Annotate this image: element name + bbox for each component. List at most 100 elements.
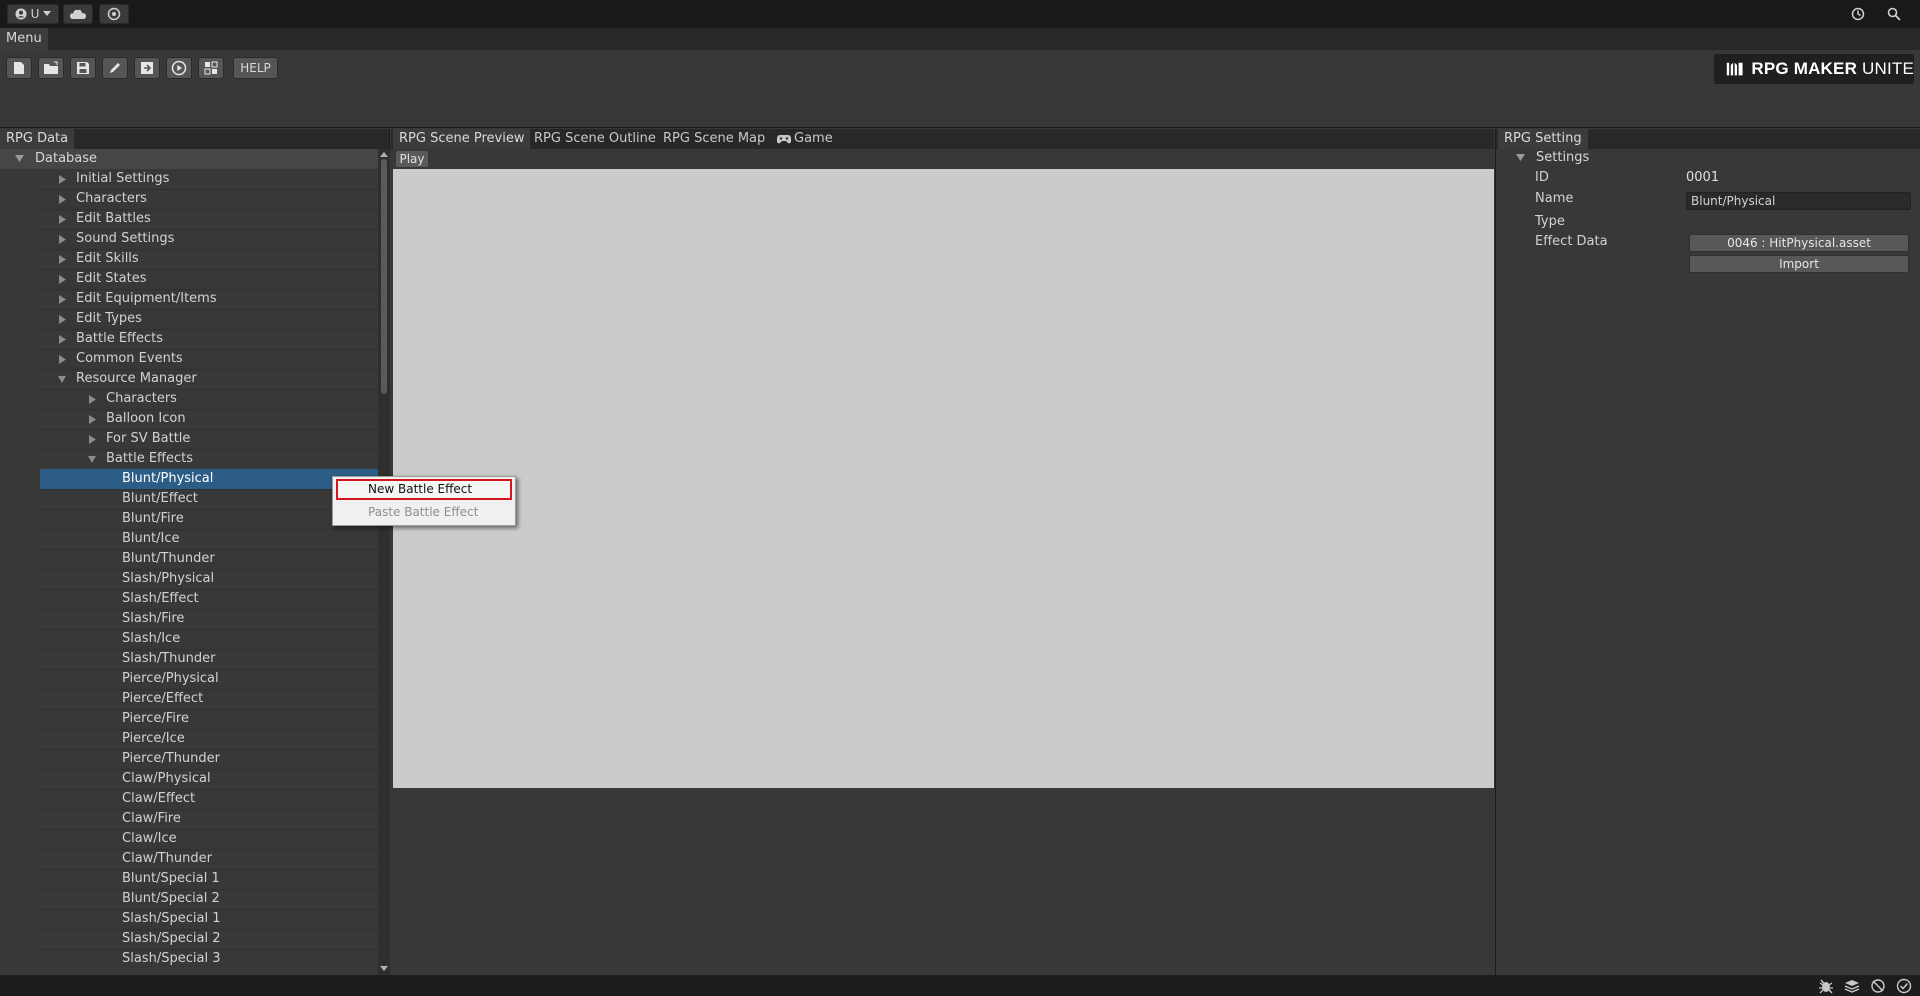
tab-rpg-setting[interactable]: RPG Setting: [1498, 129, 1588, 149]
tree-leaf-item[interactable]: Slash/Special 2: [40, 929, 378, 950]
tree-item-label: Pierce/Effect: [122, 691, 204, 706]
tree-folder-item[interactable]: Edit States: [40, 269, 378, 290]
tree-folder-item[interactable]: Resource Manager: [40, 369, 378, 390]
tree-leaf-item[interactable]: Blunt/Thunder: [40, 549, 378, 570]
tree-scrollbar[interactable]: [378, 149, 390, 975]
tree-folder-item[interactable]: Edit Skills: [40, 249, 378, 270]
tree-folder-item[interactable]: Characters: [40, 389, 378, 410]
tree-item-label: Slash/Fire: [122, 611, 185, 626]
search-button[interactable]: [1880, 4, 1908, 24]
collapsed-arrow-icon[interactable]: [88, 435, 96, 444]
tree-item-label: Claw/Thunder: [122, 851, 212, 866]
tree-leaf-item[interactable]: Slash/Ice: [40, 629, 378, 650]
tree-leaf-item[interactable]: Pierce/Thunder: [40, 749, 378, 770]
tree-leaf-item[interactable]: Blunt/Special 1: [40, 869, 378, 890]
tree-leaf-item[interactable]: Blunt/Effect: [40, 489, 378, 510]
history-button[interactable]: [1844, 4, 1872, 24]
tree-leaf-item[interactable]: Blunt/Physical: [40, 469, 378, 490]
collapsed-arrow-icon[interactable]: [88, 395, 96, 404]
collapsed-arrow-icon[interactable]: [58, 195, 66, 204]
collapsed-arrow-icon[interactable]: [58, 355, 66, 364]
scroll-up-icon[interactable]: [380, 151, 388, 159]
collapsed-arrow-icon[interactable]: [88, 415, 96, 424]
collapsed-arrow-icon[interactable]: [58, 315, 66, 324]
tree-leaf-item[interactable]: Claw/Effect: [40, 789, 378, 810]
debug-icon[interactable]: [1818, 978, 1834, 994]
network-icon[interactable]: [1870, 978, 1886, 994]
tree-leaf-item[interactable]: Slash/Fire: [40, 609, 378, 630]
tree-leaf-item[interactable]: Pierce/Ice: [40, 729, 378, 750]
collapsed-arrow-icon[interactable]: [58, 295, 66, 304]
effect-data-field[interactable]: 0046 : HitPhysical.asset: [1689, 234, 1909, 252]
save-button[interactable]: [70, 57, 96, 79]
tree-leaf-item[interactable]: Blunt/Ice: [40, 529, 378, 550]
addon-button[interactable]: [198, 57, 224, 79]
collapsed-arrow-icon[interactable]: [58, 175, 66, 184]
tab-rpg-data[interactable]: RPG Data: [0, 129, 75, 149]
tree-folder-item[interactable]: Edit Battles: [40, 209, 378, 230]
tree-leaf-item[interactable]: Claw/Ice: [40, 829, 378, 850]
scroll-thumb[interactable]: [381, 159, 387, 394]
new-battle-effect-menu-item[interactable]: New Battle Effect: [336, 479, 512, 500]
tree-leaf-item[interactable]: Pierce/Fire: [40, 709, 378, 730]
settings-section-header[interactable]: Settings: [1496, 149, 1920, 167]
tree-leaf-item[interactable]: Claw/Fire: [40, 809, 378, 830]
tab-scene-preview[interactable]: RPG Scene Preview: [393, 129, 531, 149]
toolbar: HELP RPG MAKER UNITE: [0, 50, 1920, 128]
tree-leaf-item[interactable]: Slash/Physical: [40, 569, 378, 590]
tree-folder-item[interactable]: Battle Effects: [40, 329, 378, 350]
tree-item-label: Edit Skills: [76, 251, 139, 266]
tree-leaf-item[interactable]: Slash/Special 1: [40, 909, 378, 930]
collapsed-arrow-icon[interactable]: [58, 275, 66, 284]
cloud-button[interactable]: [63, 4, 93, 24]
settings-label: Settings: [1536, 150, 1590, 165]
tree-folder-item[interactable]: For SV Battle: [40, 429, 378, 450]
scroll-down-icon[interactable]: [380, 964, 388, 972]
tab-game[interactable]: Game: [771, 129, 839, 149]
database-root[interactable]: Database: [0, 149, 378, 169]
edit-button[interactable]: [102, 57, 128, 79]
check-icon[interactable]: [1896, 978, 1912, 994]
tab-scene-outline[interactable]: RPG Scene Outline: [528, 129, 662, 149]
tree-leaf-item[interactable]: Slash/Effect: [40, 589, 378, 610]
tree-item-label: Slash/Effect: [122, 591, 199, 606]
name-label: Name: [1535, 191, 1574, 206]
expanded-arrow-icon[interactable]: [58, 375, 66, 384]
tree-folder-item[interactable]: Sound Settings: [40, 229, 378, 250]
collab-button[interactable]: [99, 4, 129, 24]
tree-folder-item[interactable]: Common Events: [40, 349, 378, 370]
help-button[interactable]: HELP: [233, 57, 278, 79]
tree-leaf-item[interactable]: Slash/Special 3: [40, 949, 378, 969]
tree-leaf-item[interactable]: Pierce/Effect: [40, 689, 378, 710]
paste-battle-effect-menu-item[interactable]: Paste Battle Effect: [336, 502, 512, 522]
tree-leaf-item[interactable]: Blunt/Special 2: [40, 889, 378, 910]
tree-leaf-item[interactable]: Pierce/Physical: [40, 669, 378, 690]
collapsed-arrow-icon[interactable]: [58, 235, 66, 244]
tree-folder-item[interactable]: Characters: [40, 189, 378, 210]
save-icon: [77, 62, 89, 74]
layers-icon[interactable]: [1844, 978, 1860, 994]
tree-folder-item[interactable]: Battle Effects: [40, 449, 378, 470]
name-field[interactable]: Blunt/Physical: [1686, 192, 1911, 210]
play-button[interactable]: Play: [396, 151, 428, 167]
account-button[interactable]: U: [7, 4, 59, 24]
menu-button[interactable]: Menu: [0, 28, 48, 50]
import-button[interactable]: Import: [1689, 255, 1909, 273]
tree-folder-item[interactable]: Edit Types: [40, 309, 378, 330]
collapsed-arrow-icon[interactable]: [58, 255, 66, 264]
new-project-button[interactable]: [6, 57, 32, 79]
collapsed-arrow-icon[interactable]: [58, 335, 66, 344]
export-button[interactable]: [134, 57, 160, 79]
collapsed-arrow-icon[interactable]: [58, 215, 66, 224]
expanded-arrow-icon[interactable]: [88, 455, 96, 464]
tree-leaf-item[interactable]: Blunt/Fire: [40, 509, 378, 530]
play-test-button[interactable]: [166, 57, 192, 79]
tab-scene-map[interactable]: RPG Scene Map: [657, 129, 771, 149]
tree-leaf-item[interactable]: Claw/Physical: [40, 769, 378, 790]
tree-folder-item[interactable]: Initial Settings: [40, 169, 378, 190]
open-project-button[interactable]: [38, 57, 64, 79]
tree-folder-item[interactable]: Balloon Icon: [40, 409, 378, 430]
tree-folder-item[interactable]: Edit Equipment/Items: [40, 289, 378, 310]
tree-leaf-item[interactable]: Slash/Thunder: [40, 649, 378, 670]
tree-leaf-item[interactable]: Claw/Thunder: [40, 849, 378, 870]
